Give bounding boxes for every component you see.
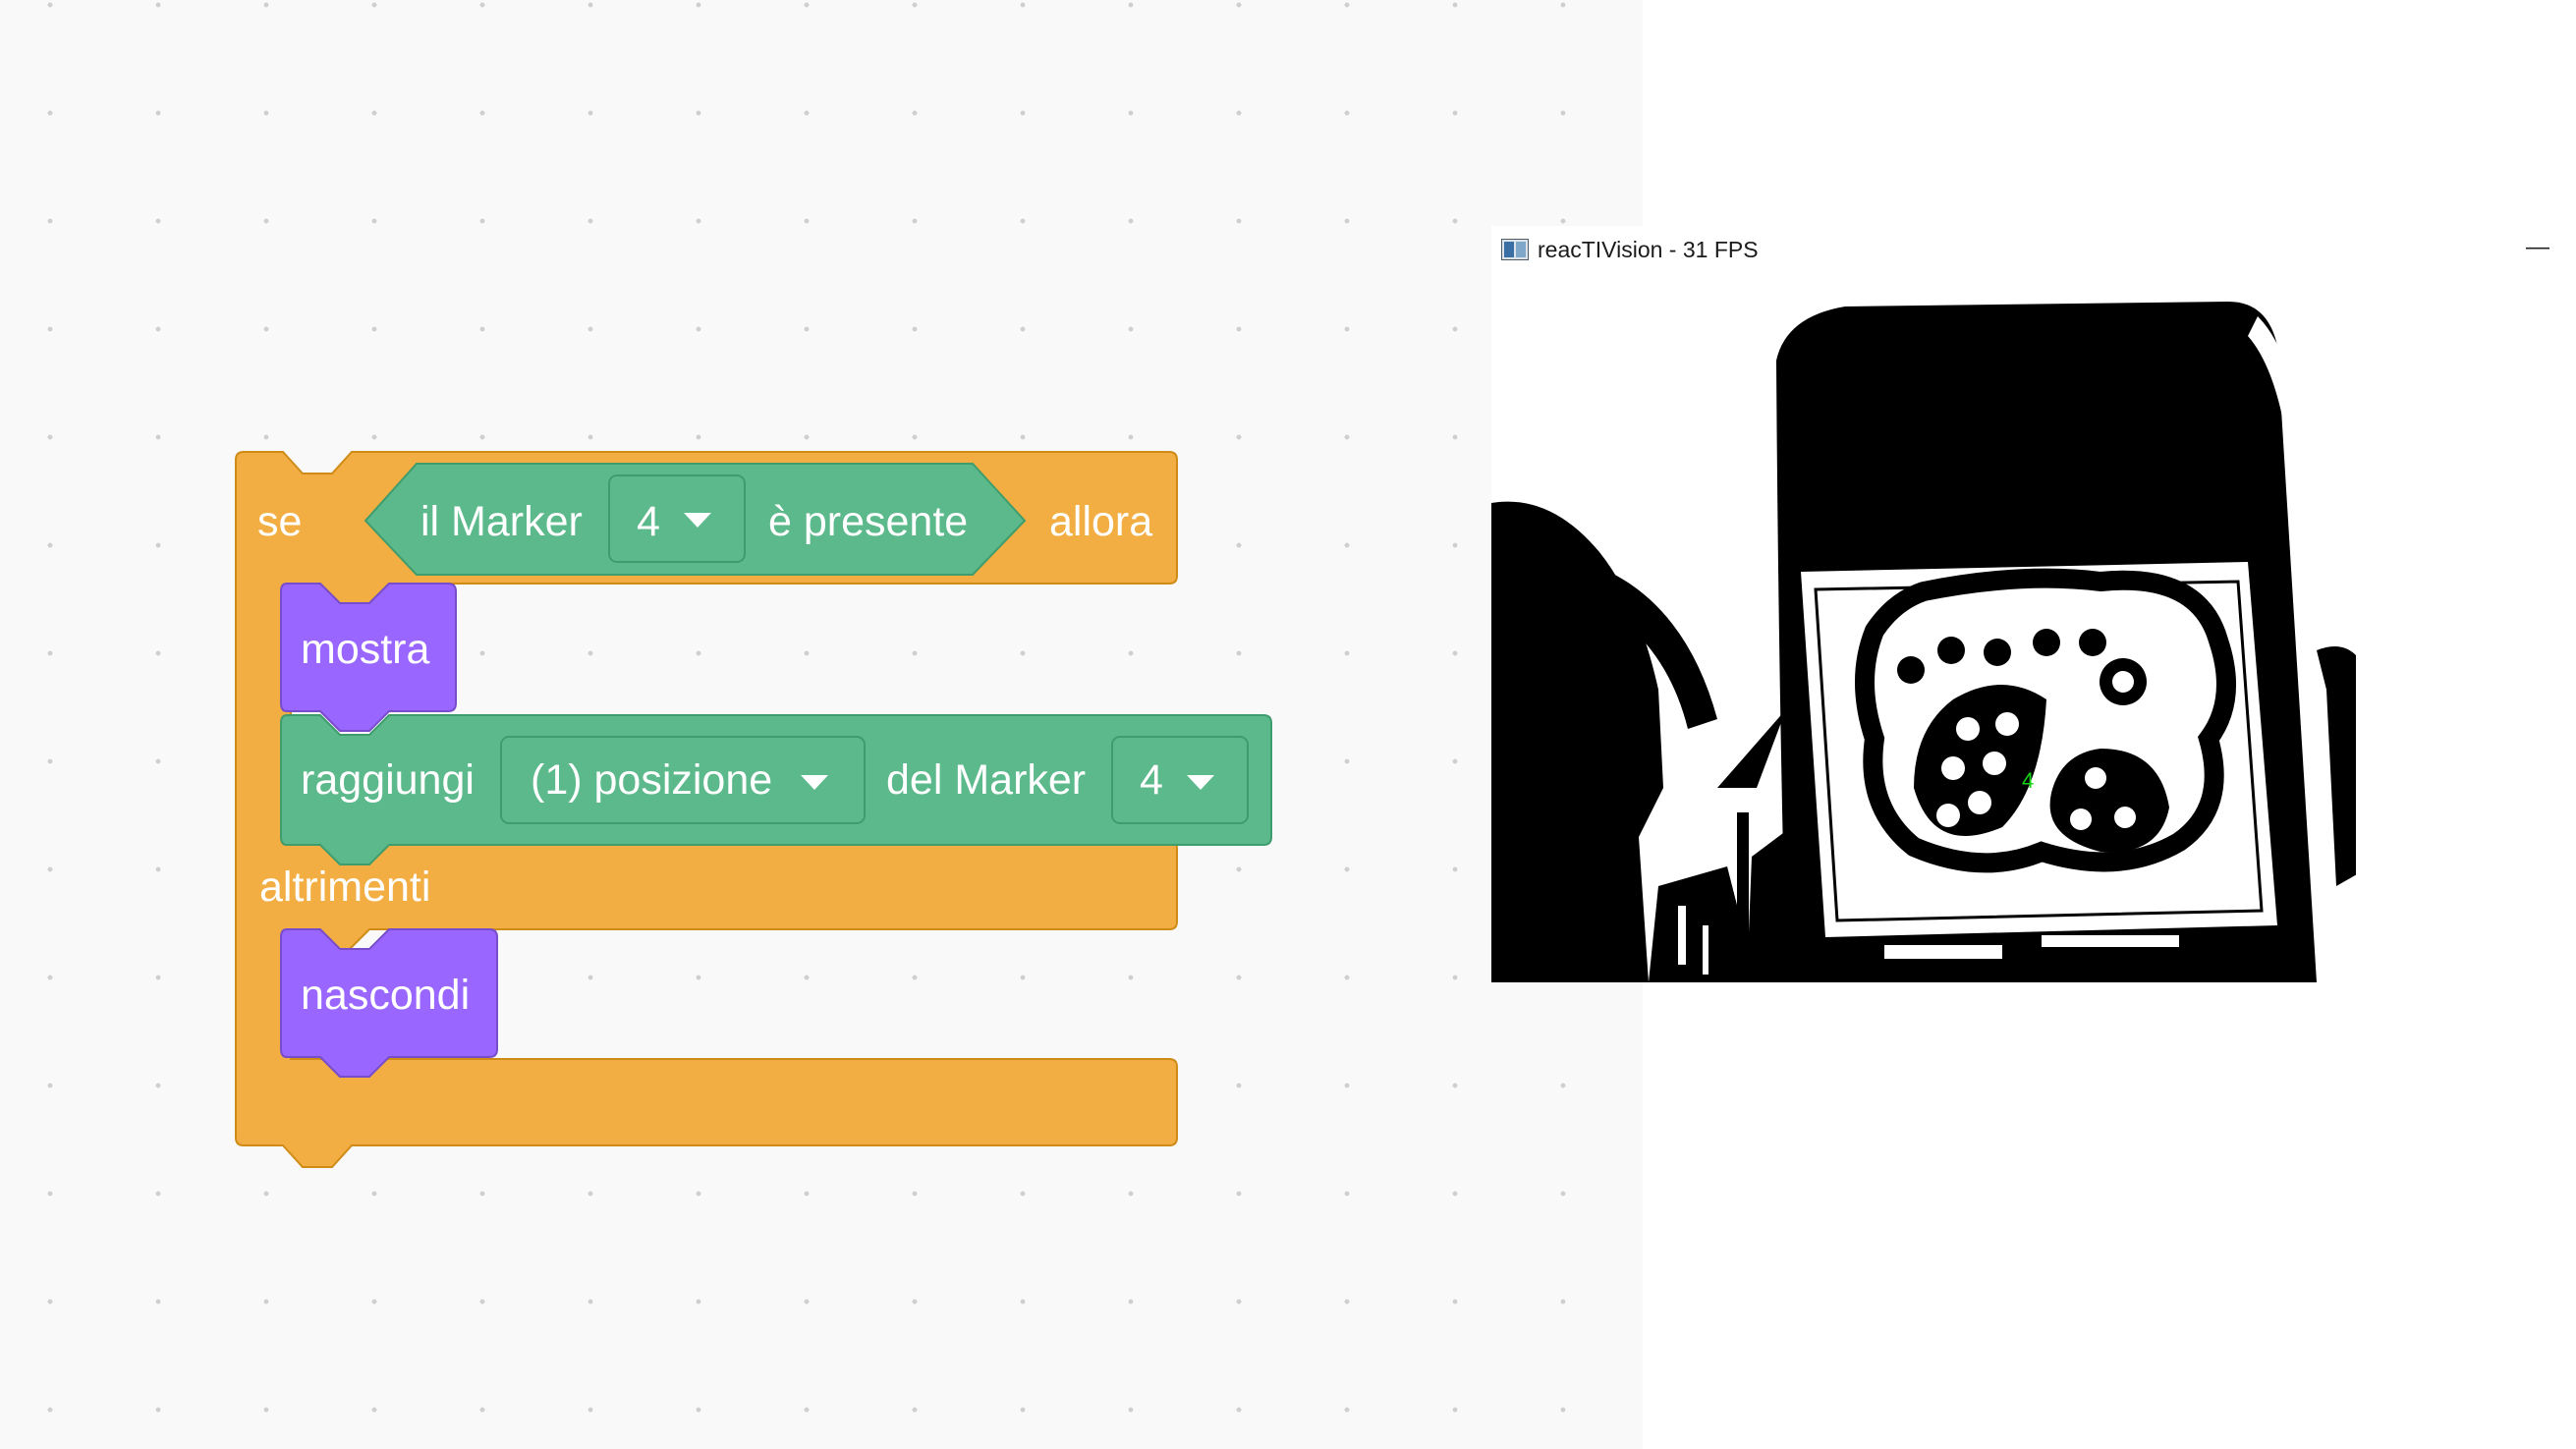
condition-marker-value: 4 — [637, 498, 660, 545]
window-titlebar[interactable]: reacTIVision - 31 FPS — — [1491, 226, 2576, 277]
then-label: allora — [1049, 498, 1152, 545]
goto-marker-value: 4 — [1140, 756, 1163, 804]
condition-marker-dropdown-box — [608, 474, 746, 563]
minimize-button[interactable]: — — [2499, 226, 2576, 277]
of-marker-label: del Marker — [886, 756, 1086, 804]
show-label: mostra — [301, 626, 430, 673]
condition-marker-dropdown[interactable]: 4 — [608, 474, 746, 563]
script-blocks: se allora altrimenti il Marker 4 è prese… — [235, 451, 1272, 1168]
position-option: (1) posizione — [531, 756, 772, 804]
fiducial-marker — [1855, 568, 2236, 873]
goto-marker-block[interactable]: raggiungi (1) posizione del Marker 4 — [280, 714, 1272, 865]
camera-feed: 4 — [1491, 277, 2356, 982]
detected-marker-id: 4 — [2022, 768, 2034, 793]
condition-prefix: il Marker — [420, 498, 583, 545]
condition-suffix: è presente — [768, 498, 968, 545]
blocks-workspace[interactable]: se allora altrimenti il Marker 4 è prese… — [0, 0, 1643, 1449]
hide-label: nascondi — [301, 972, 470, 1019]
goto-marker-dropdown-box — [1111, 736, 1249, 824]
else-label: altrimenti — [259, 864, 430, 911]
position-dropdown[interactable]: (1) posizione — [500, 736, 866, 824]
hide-block[interactable]: nascondi — [280, 928, 498, 1078]
show-block[interactable]: mostra — [280, 583, 457, 732]
marker-present-condition[interactable]: il Marker 4 è presente — [364, 463, 1027, 576]
goto-label: raggiungi — [301, 756, 475, 804]
reactivision-window[interactable]: reacTIVision - 31 FPS — 4 — [1491, 226, 2576, 1218]
if-label: se — [257, 498, 302, 545]
window-title: reacTIVision - 31 FPS — [1538, 237, 1759, 262]
goto-marker-dropdown[interactable]: 4 — [1111, 736, 1249, 824]
app-icon — [1501, 239, 1529, 260]
